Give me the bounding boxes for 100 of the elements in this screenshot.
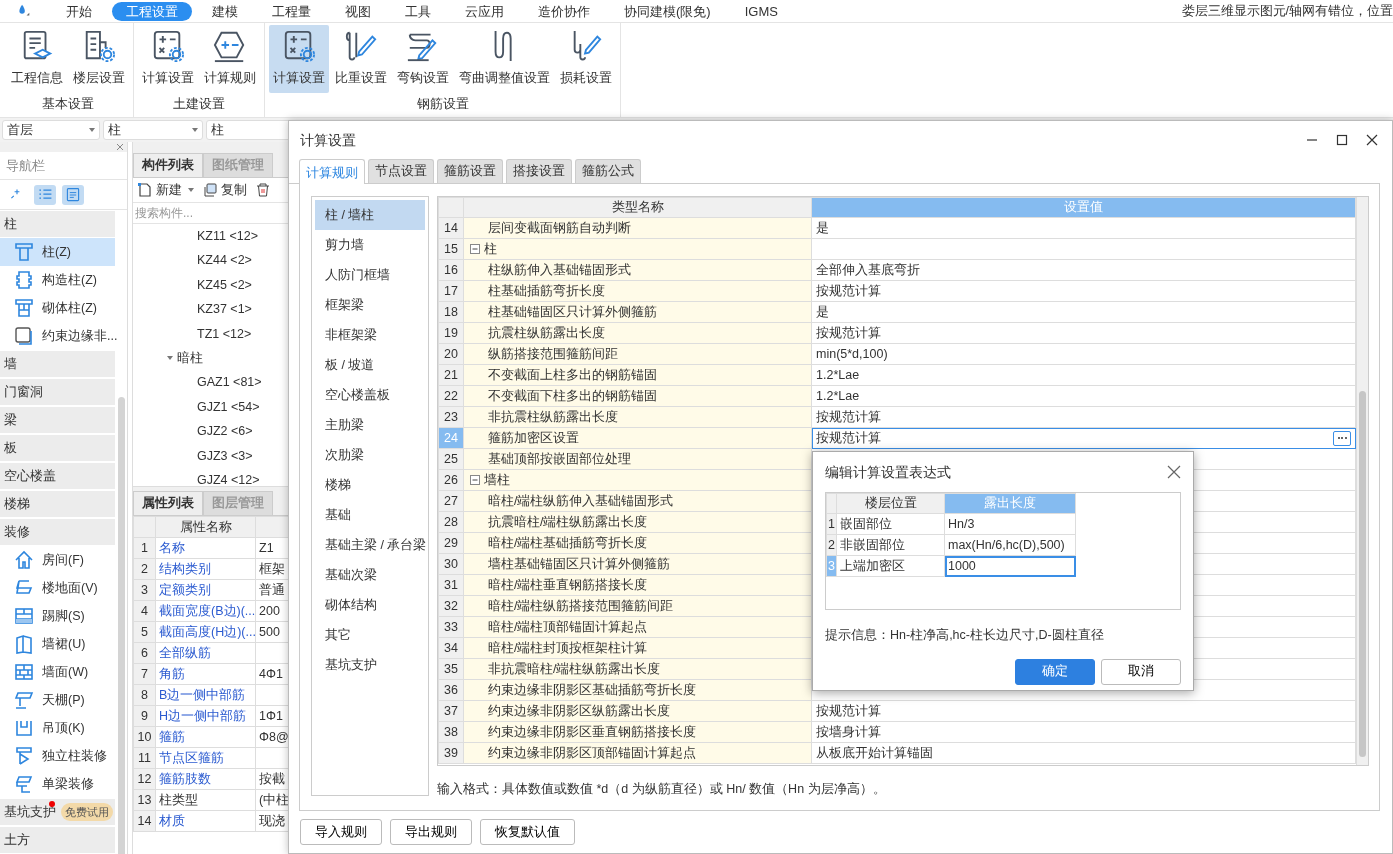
dialog-tab[interactable]: 箍筋公式 xyxy=(575,159,641,183)
floor-dropdown[interactable]: 首层 xyxy=(2,120,100,140)
category-item[interactable]: 楼梯 xyxy=(315,470,425,500)
category-item[interactable]: 基础主梁 / 承台梁 xyxy=(315,530,425,560)
menu-tab[interactable]: 建模 xyxy=(198,1,252,21)
skirting-icon xyxy=(14,606,34,626)
scrollbar[interactable] xyxy=(118,397,125,854)
category-item[interactable]: 次肋梁 xyxy=(315,440,425,470)
category-item[interactable]: 基坑支护 xyxy=(315,650,425,680)
nav-category[interactable]: 装修 xyxy=(4,522,30,542)
dialog-tab[interactable]: 搭接设置 xyxy=(506,159,572,183)
column-outline-icon xyxy=(14,270,34,290)
category-item[interactable]: 砌体结构 xyxy=(315,590,425,620)
nav-item[interactable]: 踢脚(S) xyxy=(0,602,115,630)
cancel-button[interactable]: 取消 xyxy=(1101,658,1181,685)
category-item[interactable]: 主肋梁 xyxy=(315,410,425,440)
nav-category[interactable]: 楼梯 xyxy=(4,494,30,514)
menu-tab[interactable]: 云应用 xyxy=(451,1,518,21)
ribbon-button[interactable]: 损耗设置 xyxy=(556,25,616,93)
ribbon-button[interactable]: 计算设置 xyxy=(138,25,198,93)
trash-icon[interactable] xyxy=(255,182,271,198)
ok-button[interactable]: 确定 xyxy=(1015,658,1095,685)
nav-item[interactable]: 房间(F) xyxy=(0,546,115,574)
menu-tab[interactable]: IGMS xyxy=(730,1,792,21)
nav-item[interactable]: 吊顶(K) xyxy=(0,714,115,742)
close-icon[interactable] xyxy=(1366,134,1378,146)
panel-tab[interactable]: 构件列表 xyxy=(133,153,203,177)
column-icon xyxy=(14,242,34,262)
category-item[interactable]: 基础 xyxy=(315,500,425,530)
tree-group[interactable]: 暗柱 xyxy=(133,345,292,371)
setting-name: 柱基础锚固区只计算外侧箍筋 xyxy=(463,301,812,323)
nav-item[interactable]: 约束边缘非... xyxy=(0,322,115,350)
dialog-tab[interactable]: 计算规则 xyxy=(299,159,365,184)
category-item[interactable]: 人防门框墙 xyxy=(315,260,425,290)
toolbar-button[interactable]: 复制 xyxy=(202,180,247,200)
scrollbar[interactable] xyxy=(1356,197,1368,765)
menu-tab[interactable]: 视图 xyxy=(331,1,385,21)
ribbon-button[interactable]: 楼层设置 xyxy=(69,25,129,93)
category-item[interactable]: 柱 / 墙柱 xyxy=(315,200,425,230)
category-item[interactable]: 非框架梁 xyxy=(315,320,425,350)
dialog-button[interactable]: 导入规则 xyxy=(300,819,382,845)
panel-tab[interactable]: 属性列表 xyxy=(133,491,203,515)
dialog-button[interactable]: 恢复默认值 xyxy=(480,819,575,845)
nav-item[interactable]: 楼地面(V) xyxy=(0,574,115,602)
tree-item[interactable]: GJZ2 <6> xyxy=(133,419,292,444)
tree-item[interactable]: KZ37 <1> xyxy=(133,297,292,322)
category-item[interactable]: 框架梁 xyxy=(315,290,425,320)
ribbon-button[interactable]: 工程信息 xyxy=(7,25,67,93)
nav-category[interactable]: 梁 xyxy=(4,410,17,430)
ribbon-button[interactable]: 计算设置 xyxy=(269,25,329,93)
collapse-icon[interactable] xyxy=(470,243,480,254)
tree-item[interactable]: GJZ3 <3> xyxy=(133,443,292,468)
menu-tab[interactable]: 工程量 xyxy=(258,1,325,21)
maximize-icon[interactable] xyxy=(1336,134,1348,146)
view-toggle[interactable] xyxy=(62,184,84,205)
tree-item[interactable]: GAZ1 <81> xyxy=(133,370,292,395)
dialog-tab[interactable]: 节点设置 xyxy=(368,159,434,183)
tree-item[interactable]: KZ11 <12> xyxy=(133,224,292,249)
nav-item[interactable]: 单梁装修 xyxy=(0,770,115,798)
nav-item[interactable]: 墙裙(U) xyxy=(0,630,115,658)
category-item[interactable]: 空心楼盖板 xyxy=(315,380,425,410)
category-item[interactable]: 基础次梁 xyxy=(315,560,425,590)
floor-dropdown[interactable]: 柱 xyxy=(103,120,203,140)
category-item[interactable]: 板 / 坡道 xyxy=(315,350,425,380)
nav-item[interactable]: 柱(Z) xyxy=(0,238,115,266)
menu-tab[interactable]: 工具 xyxy=(391,1,445,21)
value-input[interactable]: 1000 xyxy=(944,555,1076,577)
nav-item[interactable]: 砌体柱(Z) xyxy=(0,294,115,322)
toolbar-button[interactable]: 新建 xyxy=(137,180,194,200)
nav-item[interactable]: 天棚(P) xyxy=(0,686,115,714)
view-toggle[interactable] xyxy=(34,184,56,205)
tree-item[interactable]: GJZ1 <54> xyxy=(133,394,292,420)
category-item[interactable]: 其它 xyxy=(315,620,425,650)
ribbon-button[interactable]: 计算规则 xyxy=(200,25,260,93)
setting-value[interactable]: 按规范计算 xyxy=(811,427,1356,449)
menu-tab[interactable]: 开始 xyxy=(52,1,106,21)
close-icon[interactable] xyxy=(1167,465,1181,479)
ribbon-button[interactable]: 弯曲调整值设置 xyxy=(455,25,554,93)
dialog-button[interactable]: 导出规则 xyxy=(390,819,472,845)
nav-category[interactable]: 墙 xyxy=(4,354,17,374)
nav-item[interactable]: 墙面(W) xyxy=(0,658,115,686)
setting-name: 约束边缘非阴影区顶部锚固计算起点 xyxy=(463,742,812,764)
nav-item[interactable]: 独立柱装修 xyxy=(0,742,115,770)
ribbon-button[interactable]: 弯钩设置 xyxy=(393,25,453,93)
tree-item[interactable]: TZ1 <12> xyxy=(133,321,292,346)
nav-category[interactable]: 基坑支护 xyxy=(4,802,56,822)
nav-item[interactable]: 构造柱(Z) xyxy=(0,266,115,294)
nav-category[interactable]: 土方 xyxy=(4,830,30,850)
menu-tab[interactable]: 造价协作 xyxy=(524,1,604,21)
dialog-tab[interactable]: 箍筋设置 xyxy=(437,159,503,183)
category-item[interactable]: 剪力墙 xyxy=(315,230,425,260)
collapse-icon[interactable] xyxy=(470,474,480,485)
ribbon-button[interactable]: 比重设置 xyxy=(331,25,391,93)
more-button[interactable] xyxy=(1333,430,1351,446)
menu-tab[interactable]: 协同建模(限免) xyxy=(610,1,725,21)
tree-item[interactable]: KZ44 <2> xyxy=(133,248,292,273)
nav-category[interactable]: 板 xyxy=(4,438,17,458)
scrollbar-thumb[interactable] xyxy=(1359,391,1366,757)
tree-item[interactable]: KZ45 <2> xyxy=(133,272,292,298)
nav-category[interactable]: 柱 xyxy=(4,214,17,234)
